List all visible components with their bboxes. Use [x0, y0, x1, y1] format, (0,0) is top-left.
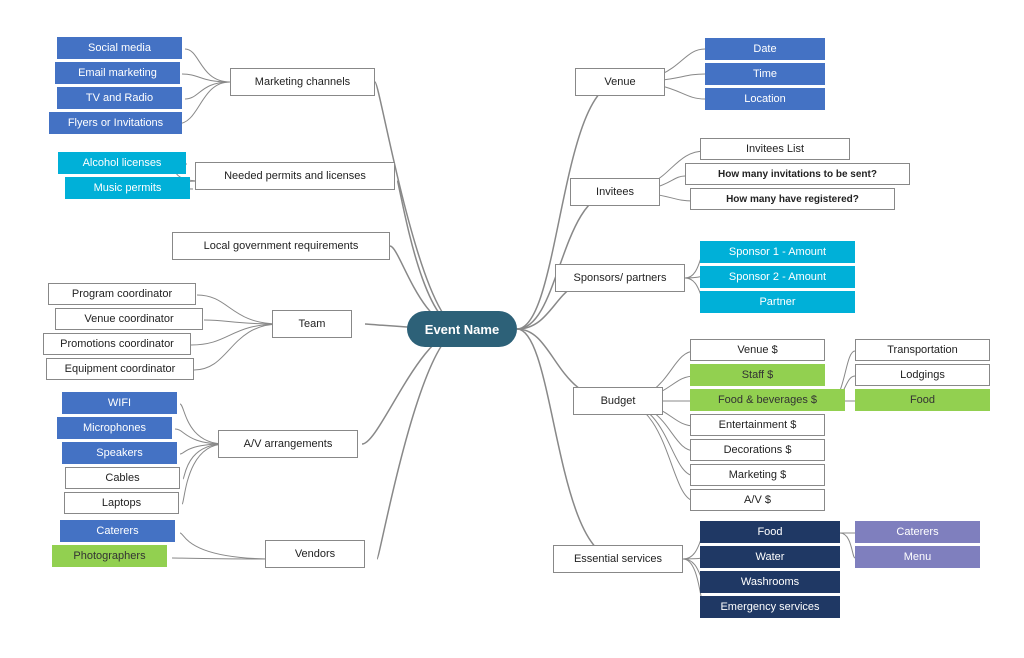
leaf-marketing-budget[interactable]: Marketing $ — [690, 464, 825, 486]
branch-invitees-label: Invitees — [596, 186, 634, 198]
leaf-location[interactable]: Location — [705, 88, 825, 110]
branch-permits[interactable]: Needed permits and licenses — [195, 162, 395, 190]
leaf-date[interactable]: Date — [705, 38, 825, 60]
leaf-invitations-count[interactable]: How many invitations to be sent? — [685, 163, 910, 185]
branch-essential[interactable]: Essential services — [553, 545, 683, 573]
branch-sponsors[interactable]: Sponsors/ partners — [555, 264, 685, 292]
leaf-sponsor2[interactable]: Sponsor 2 - Amount — [700, 266, 855, 288]
branch-team[interactable]: Team — [272, 310, 352, 338]
branch-team-label: Team — [299, 318, 326, 330]
leaf-caterers-vendor[interactable]: Caterers — [60, 520, 175, 542]
branch-budget-label: Budget — [601, 395, 636, 407]
branch-venue[interactable]: Venue — [575, 68, 665, 96]
leaf-venue-budget[interactable]: Venue $ — [690, 339, 825, 361]
branch-vendors[interactable]: Vendors — [265, 540, 365, 568]
leaf-speakers[interactable]: Speakers — [62, 442, 177, 464]
branch-marketing[interactable]: Marketing channels — [230, 68, 375, 96]
leaf-invitees-list[interactable]: Invitees List — [700, 138, 850, 160]
center-node[interactable]: Event Name — [407, 311, 517, 347]
leaf-registered-count[interactable]: How many have registered? — [690, 188, 895, 210]
leaf-tv-radio[interactable]: TV and Radio — [57, 87, 182, 109]
leaf-food-sub[interactable]: Food — [855, 389, 990, 411]
branch-av[interactable]: A/V arrangements — [218, 430, 358, 458]
leaf-decorations-budget[interactable]: Decorations $ — [690, 439, 825, 461]
leaf-program-coord[interactable]: Program coordinator — [48, 283, 196, 305]
leaf-time[interactable]: Time — [705, 63, 825, 85]
leaf-partner[interactable]: Partner — [700, 291, 855, 313]
branch-essential-label: Essential services — [574, 553, 662, 565]
branch-marketing-label: Marketing channels — [255, 76, 350, 88]
leaf-alcohol[interactable]: Alcohol licenses — [58, 152, 186, 174]
leaf-flyers[interactable]: Flyers or Invitations — [49, 112, 182, 134]
branch-budget[interactable]: Budget — [573, 387, 663, 415]
leaf-washrooms[interactable]: Washrooms — [700, 571, 840, 593]
leaf-email-marketing[interactable]: Email marketing — [55, 62, 180, 84]
leaf-sponsor1[interactable]: Sponsor 1 - Amount — [700, 241, 855, 263]
branch-permits-label: Needed permits and licenses — [224, 170, 366, 182]
leaf-laptops[interactable]: Laptops — [64, 492, 179, 514]
leaf-wifi[interactable]: WIFI — [62, 392, 177, 414]
branch-venue-label: Venue — [604, 76, 635, 88]
branch-sponsors-label: Sponsors/ partners — [574, 272, 667, 284]
branch-local-gov[interactable]: Local government requirements — [172, 232, 390, 260]
leaf-music[interactable]: Music permits — [65, 177, 190, 199]
leaf-water[interactable]: Water — [700, 546, 840, 568]
leaf-food-budget[interactable]: Food & beverages $ — [690, 389, 845, 411]
branch-invitees[interactable]: Invitees — [570, 178, 660, 206]
leaf-venue-coord[interactable]: Venue coordinator — [55, 308, 203, 330]
leaf-menu[interactable]: Menu — [855, 546, 980, 568]
center-label: Event Name — [425, 322, 499, 337]
leaf-social-media[interactable]: Social media — [57, 37, 182, 59]
leaf-promo-coord[interactable]: Promotions coordinator — [43, 333, 191, 355]
leaf-staff-budget[interactable]: Staff $ — [690, 364, 825, 386]
leaf-transportation[interactable]: Transportation — [855, 339, 990, 361]
leaf-av-budget[interactable]: A/V $ — [690, 489, 825, 511]
leaf-microphones[interactable]: Microphones — [57, 417, 172, 439]
leaf-emergency[interactable]: Emergency services — [700, 596, 840, 618]
leaf-entertainment-budget[interactable]: Entertainment $ — [690, 414, 825, 436]
leaf-essential-food[interactable]: Food — [700, 521, 840, 543]
leaf-cables[interactable]: Cables — [65, 467, 180, 489]
leaf-lodgings[interactable]: Lodgings — [855, 364, 990, 386]
leaf-caterers[interactable]: Caterers — [855, 521, 980, 543]
branch-local-gov-label: Local government requirements — [204, 240, 359, 252]
branch-vendors-label: Vendors — [295, 548, 335, 560]
leaf-equip-coord[interactable]: Equipment coordinator — [46, 358, 194, 380]
leaf-photographers[interactable]: Photographers — [52, 545, 167, 567]
branch-av-label: A/V arrangements — [244, 438, 333, 450]
